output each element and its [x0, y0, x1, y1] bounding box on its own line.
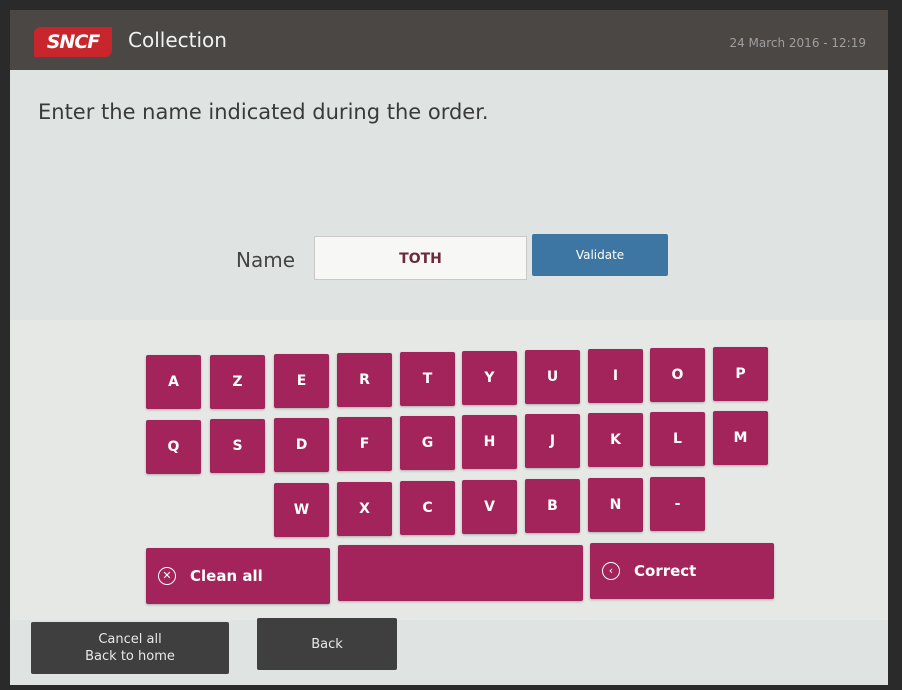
key-dash[interactable]: -: [650, 477, 705, 531]
key-f[interactable]: F: [337, 417, 392, 471]
key-u[interactable]: U: [525, 350, 580, 404]
correct-label: Correct: [634, 562, 697, 580]
key-x[interactable]: X: [337, 482, 392, 536]
key-e[interactable]: E: [274, 354, 329, 408]
key-r[interactable]: R: [337, 353, 392, 407]
key-w[interactable]: W: [274, 483, 329, 537]
key-c[interactable]: C: [400, 481, 455, 535]
cancel-all-button[interactable]: Cancel all Back to home: [31, 622, 229, 674]
datetime: 24 March 2016 - 12:19: [729, 36, 866, 50]
key-i[interactable]: I: [588, 349, 643, 403]
key-m[interactable]: M: [713, 411, 768, 465]
key-j[interactable]: J: [525, 414, 580, 468]
key-y[interactable]: Y: [462, 351, 517, 405]
clean-all-label: Clean all: [190, 567, 263, 585]
sncf-logo: SNCF: [34, 27, 112, 57]
key-q[interactable]: Q: [146, 420, 201, 474]
x-circle-icon: ✕: [158, 567, 176, 585]
back-button[interactable]: Back: [257, 618, 397, 670]
correct-button[interactable]: ‹ Correct: [590, 543, 774, 599]
key-a[interactable]: A: [146, 355, 201, 409]
key-k[interactable]: K: [588, 413, 643, 467]
key-o[interactable]: O: [650, 348, 705, 402]
header-bar: SNCF Collection 24 March 2016 - 12:19: [10, 10, 888, 70]
cancel-all-label: Cancel all: [98, 632, 162, 647]
back-to-home-label: Back to home: [85, 649, 175, 664]
name-input[interactable]: TOTH: [314, 236, 527, 280]
key-d[interactable]: D: [274, 418, 329, 472]
key-z[interactable]: Z: [210, 355, 265, 409]
key-p[interactable]: P: [713, 347, 768, 401]
key-s[interactable]: S: [210, 419, 265, 473]
key-v[interactable]: V: [462, 480, 517, 534]
key-h[interactable]: H: [462, 415, 517, 469]
validate-button[interactable]: Validate: [532, 234, 668, 276]
app-title: Collection: [128, 28, 227, 52]
name-label: Name: [236, 248, 296, 272]
key-n[interactable]: N: [588, 478, 643, 532]
kiosk-screen: SNCF Collection 24 March 2016 - 12:19 En…: [10, 10, 888, 685]
clean-all-button[interactable]: ✕ Clean all: [146, 548, 330, 604]
key-l[interactable]: L: [650, 412, 705, 466]
back-label: Back: [311, 636, 343, 652]
key-t[interactable]: T: [400, 352, 455, 406]
key-b[interactable]: B: [525, 479, 580, 533]
key-g[interactable]: G: [400, 416, 455, 470]
space-key[interactable]: [338, 545, 583, 601]
instruction-text: Enter the name indicated during the orde…: [38, 100, 489, 124]
chevron-left-circle-icon: ‹: [602, 562, 620, 580]
